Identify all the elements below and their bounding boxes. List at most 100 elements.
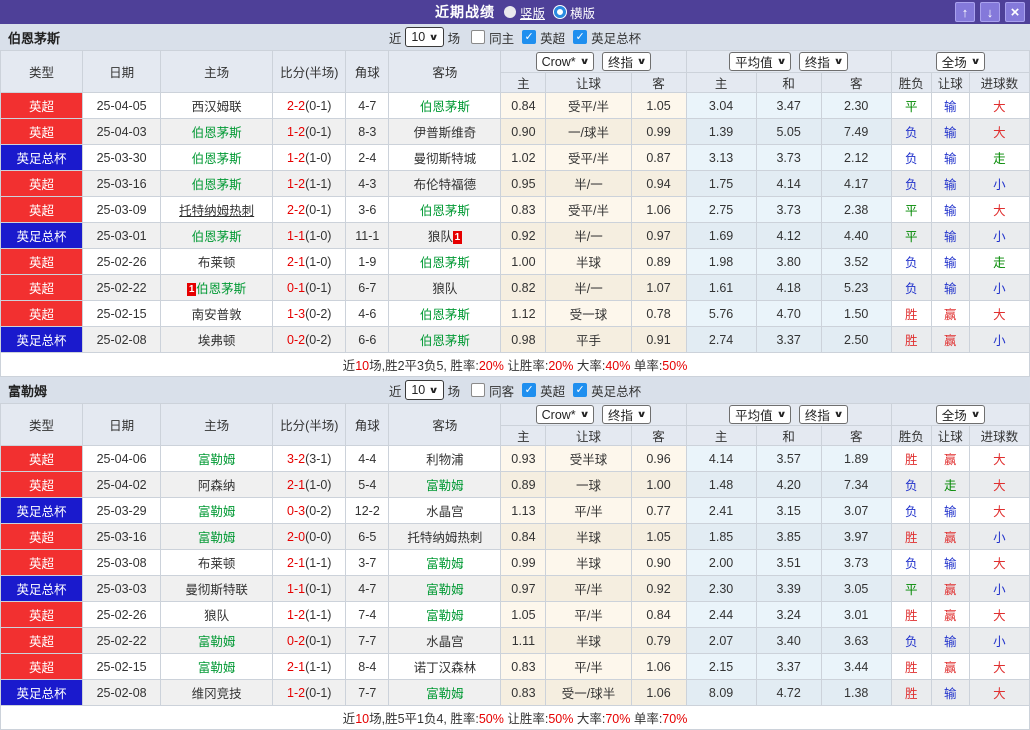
col-header-3: 比分(半场) [272, 403, 347, 446]
result-goals: 走 [968, 248, 1030, 275]
scope-select[interactable]: 全场 ∨ [935, 52, 986, 71]
odds-away: 0.84 [630, 601, 687, 628]
result-handicap: 输 [930, 248, 970, 275]
chevron-down-icon: ∨ [833, 56, 844, 66]
same-venue-checkbox[interactable] [471, 383, 486, 397]
games-label: 场 [447, 31, 461, 46]
match-count-select[interactable]: 10 ∨ [405, 27, 444, 47]
sub-col-header-0: 主 [500, 72, 547, 93]
scroll-up-button[interactable]: ↑ [955, 2, 975, 22]
radio-unselected-icon [554, 6, 566, 18]
fulltime-score: 1-2 [287, 607, 306, 622]
odds-home: 1.13 [500, 497, 547, 524]
odds-handicap: 平/半 [545, 601, 632, 628]
home-team-cell: 伯恩茅斯 [160, 222, 274, 249]
away-team-name: 狼队 [432, 282, 458, 296]
corners-cell: 3-7 [345, 549, 390, 576]
odds-home: 0.98 [500, 326, 547, 353]
corners-cell: 5-4 [345, 471, 390, 498]
match-count-select[interactable]: 10 ∨ [405, 380, 444, 400]
odds-handicap: 半/一 [545, 170, 632, 197]
scope-select[interactable]: 全场 ∨ [935, 405, 986, 424]
odds-stage-select[interactable]: 终指 ∨ [602, 405, 652, 424]
corners-cell: 4-7 [345, 575, 390, 602]
radio-horizontal[interactable]: 横版 [554, 3, 595, 22]
avg-home: 1.98 [685, 248, 757, 275]
result-outcome: 平 [890, 575, 932, 602]
home-team-name: 富勒姆 [197, 531, 236, 545]
match-type-badge: 英超 [0, 627, 84, 654]
odds-stage-select[interactable]: 终指 ∨ [602, 52, 652, 71]
away-team-cell: 伯恩茅斯 [388, 248, 502, 275]
avg-away: 3.05 [820, 575, 892, 602]
home-team-cell: 1 伯恩茅斯 [160, 274, 274, 301]
match-date: 25-02-22 [82, 627, 162, 654]
home-team-name: 富勒姆 [197, 453, 236, 467]
cup-checkbox[interactable]: ✓ [573, 383, 588, 397]
match-type-badge: 英超 [0, 170, 84, 197]
avg-draw: 3.37 [755, 326, 822, 353]
result-goals: 小 [968, 627, 1030, 654]
odds-home: 0.95 [500, 170, 547, 197]
average-select-value: 平均值 [735, 409, 773, 423]
avg-draw: 3.47 [755, 92, 822, 119]
col-header-0: 类型 [0, 403, 84, 446]
match-date: 25-04-06 [82, 445, 162, 472]
result-goals: 大 [968, 601, 1030, 628]
home-team-cell: 狼队 [160, 601, 274, 628]
scope-select-value: 全场 [941, 56, 967, 70]
score-cell: 1-2(0-1) [272, 679, 347, 706]
home-team-name: 阿森纳 [197, 479, 236, 493]
chevron-down-icon: ∨ [970, 409, 981, 419]
check-icon: ✓ [575, 383, 585, 396]
odds-home: 0.83 [500, 653, 547, 680]
away-team-cell: 富勒姆 [388, 575, 502, 602]
avg-away: 7.34 [820, 471, 892, 498]
result-outcome: 胜 [890, 326, 932, 353]
odds-stage-select-value: 终指 [608, 409, 634, 423]
col-header-4: 角球 [345, 50, 390, 93]
away-team-name: 伯恩茅斯 [419, 204, 470, 218]
average-stage-select[interactable]: 终指 ∨ [798, 52, 849, 71]
odds-away: 0.79 [630, 627, 687, 654]
odds-home: 0.83 [500, 679, 547, 706]
result-outcome: 胜 [890, 679, 932, 706]
match-date: 25-03-08 [82, 549, 162, 576]
match-type-badge: 英足总杯 [0, 575, 84, 602]
odds-away: 1.07 [630, 274, 687, 301]
score-cell: 2-2(0-1) [272, 196, 347, 223]
close-button[interactable]: × [1005, 2, 1025, 22]
radio-vertical[interactable]: 竖版 [503, 3, 545, 22]
fulltime-score: 2-1 [287, 254, 306, 269]
odds-away: 0.87 [630, 144, 687, 171]
avg-home: 2.00 [685, 549, 757, 576]
average-select[interactable]: 平均值 ∨ [729, 52, 791, 71]
halftime-score: (1-1) [305, 607, 332, 622]
odds-handicap: 受一球 [545, 300, 632, 327]
match-row: 英足总杯 25-02-08 维冈竞技 1-2(0-1) 7-7 富勒姆 0.83 受一/球半 1… [0, 679, 1030, 706]
league-checkbox[interactable]: ✓ [522, 30, 537, 44]
match-type-badge: 英超 [0, 300, 84, 327]
league-checkbox[interactable]: ✓ [522, 383, 537, 397]
same-venue-label: 同主 [489, 31, 515, 46]
bookmaker-select[interactable]: Crow* ∨ [535, 405, 594, 424]
scroll-down-button[interactable]: ↓ [980, 2, 1000, 22]
odds-away: 0.90 [630, 549, 687, 576]
away-team-name: 富勒姆 [426, 479, 464, 493]
avg-home: 3.04 [685, 92, 757, 119]
result-goals: 小 [968, 523, 1030, 550]
home-team-name[interactable]: 托特纳姆热刺 [179, 204, 254, 218]
away-team-name: 伯恩茅斯 [419, 100, 470, 114]
result-outcome: 胜 [890, 300, 932, 327]
result-goals: 大 [968, 471, 1030, 498]
result-goals: 大 [968, 653, 1030, 680]
average-stage-select[interactable]: 终指 ∨ [798, 405, 849, 424]
same-venue-checkbox[interactable] [471, 30, 486, 44]
average-select[interactable]: 平均值 ∨ [729, 405, 791, 424]
bookmaker-select[interactable]: Crow* ∨ [535, 52, 594, 71]
odds-stage-select-value: 终指 [608, 56, 634, 70]
near-label: 近 [388, 384, 402, 399]
match-type-badge: 英超 [0, 471, 84, 498]
cup-checkbox[interactable]: ✓ [573, 30, 588, 44]
result-outcome: 负 [890, 497, 932, 524]
